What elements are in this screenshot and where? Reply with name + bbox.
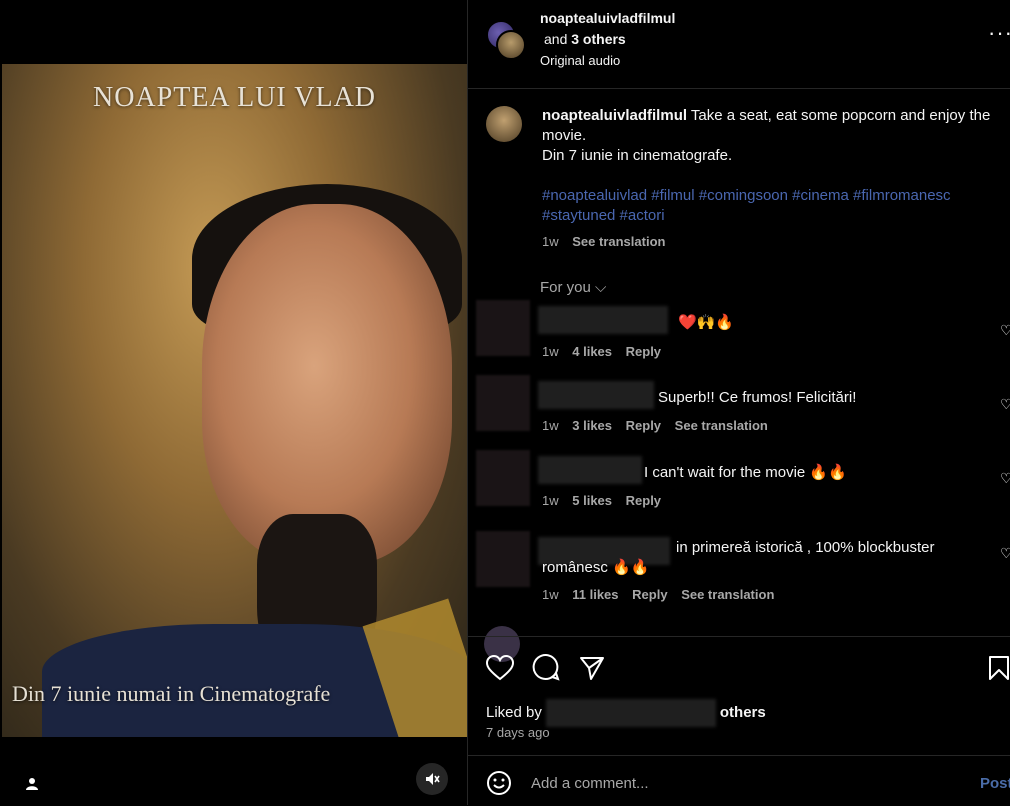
user-tag-icon[interactable]: [18, 770, 46, 798]
liked-by-prefix: Liked by: [486, 703, 542, 721]
comment-text: ❤️🙌🔥: [678, 314, 735, 331]
like-comment-heart-icon[interactable]: ♡: [1000, 470, 1010, 487]
comment-likes[interactable]: 3 likes: [572, 418, 612, 433]
see-translation-link[interactable]: See translation: [572, 234, 665, 249]
reply-button[interactable]: Reply: [626, 344, 661, 359]
like-heart-icon[interactable]: [485, 654, 515, 686]
author-avatar-stack[interactable]: [486, 20, 526, 60]
avatar[interactable]: [486, 106, 522, 142]
emoji-icon[interactable]: [486, 770, 512, 801]
post-timestamp[interactable]: 7 days ago: [486, 725, 550, 740]
avatar[interactable]: [496, 30, 526, 60]
comment-username-redacted: [538, 306, 668, 334]
post-header: noaptealuivladfilmul and 3 others Origin…: [468, 0, 1010, 89]
avatar[interactable]: [476, 300, 530, 356]
collaborators[interactable]: and 3 others: [544, 31, 626, 47]
caption-hashtags[interactable]: #noaptealuivlad #filmul #comingsoon #cin…: [542, 186, 992, 226]
comment-age: 1w: [542, 587, 559, 602]
action-bar: Liked by others 7 days ago: [468, 636, 1010, 757]
collaborators-count[interactable]: 3 others: [571, 31, 625, 47]
add-comment-bar: Add a comment... Post: [468, 755, 1010, 806]
for-you-label: For you: [540, 279, 591, 296]
comment-likes[interactable]: 5 likes: [572, 493, 612, 508]
mute-icon[interactable]: [416, 763, 448, 795]
avatar[interactable]: [476, 375, 530, 431]
caption-meta: 1w See translation: [542, 232, 992, 252]
see-translation-link[interactable]: See translation: [681, 587, 774, 602]
more-icon[interactable]: ···: [988, 22, 1010, 44]
action-icons: [485, 653, 619, 686]
comment-likes[interactable]: 11 likes: [572, 587, 618, 602]
reply-button[interactable]: Reply: [626, 418, 661, 433]
collaborators-prefix: and: [544, 31, 572, 47]
comment-age: 1w: [542, 344, 559, 359]
comment-username-redacted: [538, 456, 642, 484]
comment-username-redacted: [538, 381, 654, 409]
caption-username[interactable]: noaptealuivladfilmul: [542, 107, 687, 124]
comment-age: 1w: [542, 493, 559, 508]
likes-summary[interactable]: Liked by others: [486, 699, 766, 727]
media-area[interactable]: NOAPTEA LUI VLAD Din 7 iunie numai in Ci…: [0, 0, 467, 805]
caption-age: 1w: [542, 234, 559, 249]
comment-text: Superb!! Ce frumos! Felicitări!: [658, 389, 857, 406]
liked-by-others[interactable]: others: [720, 704, 766, 721]
share-send-icon[interactable]: [579, 655, 605, 686]
audio-link[interactable]: Original audio: [540, 53, 620, 68]
poster-title: NOAPTEA LUI VLAD: [92, 82, 377, 113]
poster-subtitle: Din 7 iunie numai in Cinematografe: [12, 681, 331, 706]
avatar[interactable]: [476, 450, 530, 506]
comment-meta: 1w 11 likes Reply See translation: [542, 587, 784, 602]
author-username[interactable]: noaptealuivladfilmul: [540, 10, 675, 26]
post-panel: noaptealuivladfilmul and 3 others Origin…: [467, 0, 1010, 805]
like-comment-heart-icon[interactable]: ♡: [1000, 545, 1010, 562]
like-comment-heart-icon[interactable]: ♡: [1000, 396, 1010, 413]
comment-bubble-icon[interactable]: [532, 653, 561, 686]
comment-meta: 1w 3 likes Reply See translation: [542, 418, 778, 433]
caption-text: noaptealuivladfilmul Take a seat, eat so…: [542, 106, 992, 252]
comment-text: in primereă istorică , 100% blockbuster …: [542, 539, 935, 576]
like-comment-heart-icon[interactable]: ♡: [1000, 322, 1010, 339]
comment-text: I can't wait for the movie 🔥🔥: [644, 464, 847, 481]
comment-meta: 1w 4 likes Reply: [542, 344, 671, 359]
chevron-down-icon: ⌵: [595, 279, 607, 296]
video-poster[interactable]: NOAPTEA LUI VLAD Din 7 iunie numai in Ci…: [2, 64, 467, 737]
caption-line2: Din 7 iunie in cinematografe.: [542, 147, 733, 164]
reply-button[interactable]: Reply: [632, 587, 667, 602]
comment-likes[interactable]: 4 likes: [572, 344, 612, 359]
liked-by-redacted: [545, 699, 716, 727]
comment-input[interactable]: Add a comment...: [531, 775, 649, 792]
comment-meta: 1w 5 likes Reply: [542, 493, 671, 508]
post-button[interactable]: Post: [980, 775, 1010, 792]
see-translation-link[interactable]: See translation: [675, 418, 768, 433]
for-you-dropdown[interactable]: For you ⌵: [540, 279, 606, 296]
avatar[interactable]: [476, 531, 530, 587]
comment-age: 1w: [542, 418, 559, 433]
poster-face: [202, 204, 452, 564]
reply-button[interactable]: Reply: [626, 493, 661, 508]
bookmark-icon[interactable]: [988, 655, 1010, 686]
